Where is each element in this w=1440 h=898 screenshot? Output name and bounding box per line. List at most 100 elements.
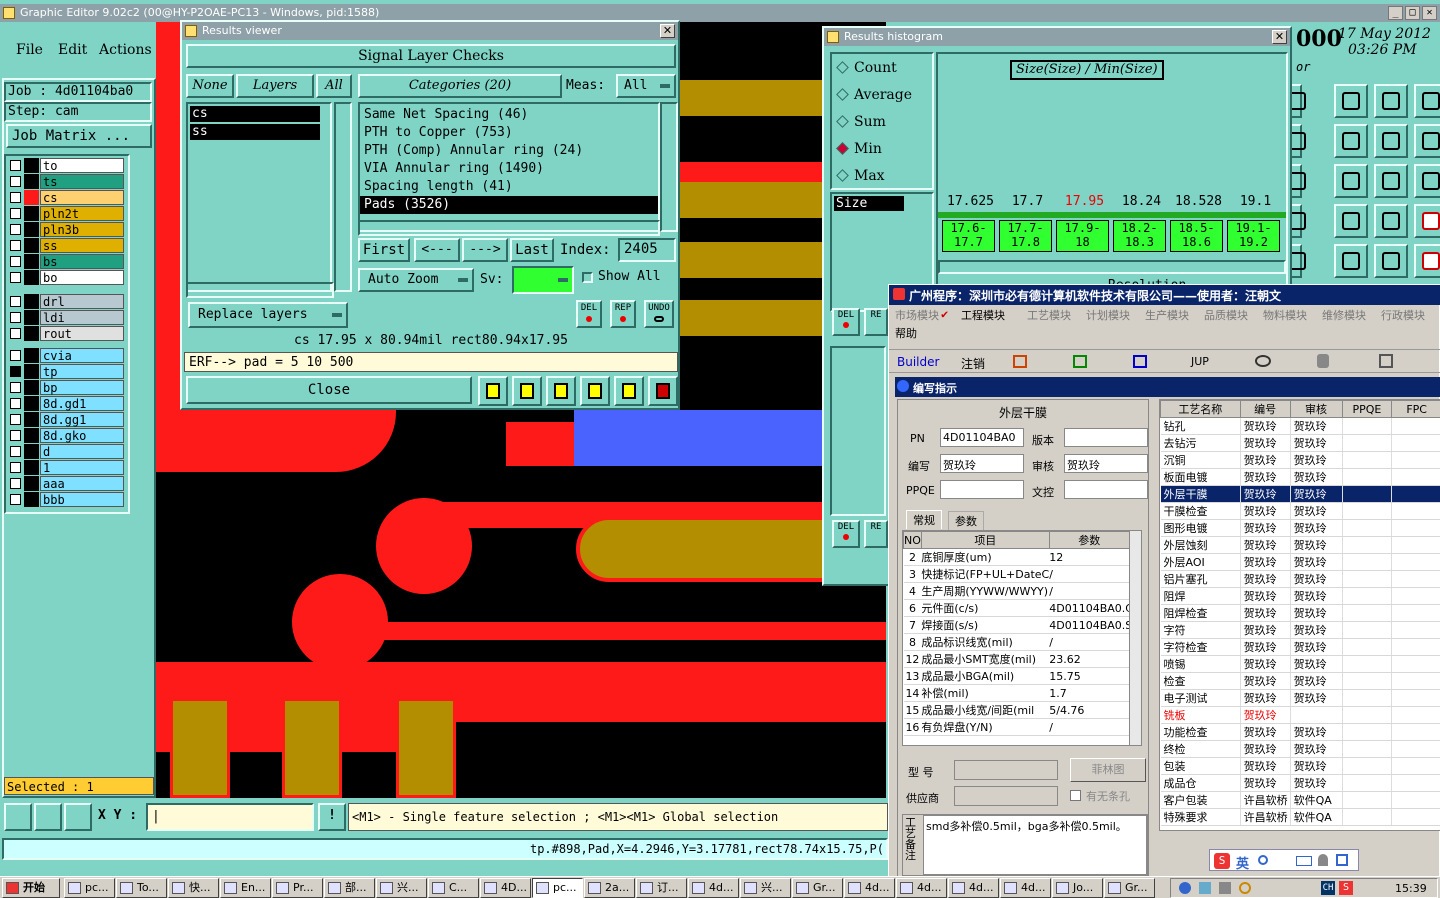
select-tool-icon[interactable]	[4, 803, 32, 831]
erp-menu-item[interactable]: 物料模块	[1263, 307, 1307, 323]
close-icon[interactable]: ✕	[660, 24, 675, 38]
menu-file[interactable]: File	[16, 42, 43, 58]
save-icon[interactable]	[1334, 84, 1368, 118]
layer-checkbox[interactable]	[10, 478, 21, 489]
table-row[interactable]: 检查 贺玖玲 贺玖玲	[1160, 672, 1440, 690]
user-icon[interactable]	[1318, 854, 1328, 866]
table-row[interactable]: 图形电镀 贺玖玲 贺玖玲	[1160, 519, 1440, 537]
layer-row[interactable]: tp	[8, 364, 124, 379]
layer-checkbox[interactable]	[10, 382, 21, 393]
split-icon[interactable]	[1374, 124, 1408, 158]
maximize-icon[interactable]: □	[1405, 6, 1420, 20]
no-holes-checkbox[interactable]	[1070, 790, 1081, 801]
taskbar-item[interactable]: 4d...	[896, 878, 947, 898]
layer-results-list[interactable]: cs ss	[186, 102, 332, 292]
table-row[interactable]: 功能检查 贺玖玲 贺玖玲	[1160, 723, 1440, 741]
table-row[interactable]: 成品仓 贺玖玲 贺玖玲	[1160, 774, 1440, 792]
keyboard-icon[interactable]	[1296, 856, 1312, 866]
layer-row[interactable]: 8d.gd1	[8, 396, 124, 411]
taskbar-item[interactable]: 部...	[324, 878, 375, 898]
layer-row[interactable]: cs	[8, 190, 124, 205]
category-item[interactable]: PTH to Copper (753)	[360, 124, 658, 142]
table-row[interactable]: 字符检查 贺玖玲 贺玖玲	[1160, 638, 1440, 656]
export-icon[interactable]	[1334, 124, 1368, 158]
category-item[interactable]: VIA Annular ring (1490)	[360, 160, 658, 178]
histogram-bin[interactable]: 18.5- 18.6	[1170, 220, 1223, 252]
taskbar-item[interactable]: To...	[116, 878, 167, 898]
taskbar-item[interactable]: Pr...	[272, 878, 323, 898]
table-row[interactable]: 12 成品最小SMT宽度(mil) 23.62	[903, 650, 1130, 668]
table-row[interactable]: 15 成品最小线宽/间距(mil 5/4.76	[903, 701, 1130, 719]
table-row[interactable]: 7焊接面(s/s)4D01104BA0.SS	[903, 616, 1130, 634]
layer-row[interactable]: bp	[8, 380, 124, 395]
network-icon[interactable]	[1179, 882, 1191, 894]
category-item[interactable]: Pads (3526)	[360, 196, 658, 214]
count-icon[interactable]	[580, 376, 610, 406]
dot-icon[interactable]	[1414, 244, 1440, 278]
table-row[interactable]: 干膜检查 贺玖玲 贺玖玲	[1160, 502, 1440, 520]
table-row[interactable]: 沉铜 贺玖玲 贺玖玲	[1160, 451, 1440, 469]
index-input[interactable]: 2405	[618, 238, 676, 262]
undo-button[interactable]: UNDO	[644, 300, 674, 328]
histogram-bin[interactable]: 17.9- 18	[1056, 220, 1109, 252]
column-header[interactable]: 编号	[1239, 400, 1291, 418]
layer-checkbox[interactable]	[10, 414, 21, 425]
network-icon[interactable]	[1379, 354, 1393, 368]
column-header[interactable]: FPC	[1391, 400, 1440, 418]
none-button[interactable]: None	[186, 74, 234, 98]
grid-tool-icon[interactable]	[64, 803, 92, 831]
excel-icon[interactable]	[1073, 355, 1087, 368]
export-icon[interactable]	[512, 376, 542, 406]
table-row[interactable]: 阻焊检查 贺玖玲 贺玖玲	[1160, 604, 1440, 622]
measure-tool-icon[interactable]	[34, 803, 62, 831]
alert-icon[interactable]: !	[318, 803, 346, 831]
table-row[interactable]: 电子测试 贺玖玲 贺玖玲	[1160, 689, 1440, 707]
taskbar-item[interactable]: Gr...	[1104, 878, 1155, 898]
categories-button[interactable]: Categories (20)	[358, 74, 562, 98]
table-row[interactable]: 铝片塞孔 贺玖玲 贺玖玲	[1160, 570, 1440, 588]
window-icon[interactable]	[1414, 84, 1440, 118]
layer-checkbox[interactable]	[10, 398, 21, 409]
table-row[interactable]: 外层干膜 贺玖玲 贺玖玲	[1160, 485, 1440, 503]
table-row[interactable]: 16 有负焊盘(Y/N) /	[903, 718, 1130, 736]
minimize-icon[interactable]: _	[1388, 6, 1403, 20]
layer-checkbox[interactable]	[10, 446, 21, 457]
table-row[interactable]: 阻焊 贺玖玲 贺玖玲	[1160, 587, 1440, 605]
erp-menu-item[interactable]: 维修模块	[1322, 307, 1366, 323]
menu-actions[interactable]: Actions	[99, 42, 152, 58]
volume-icon[interactable]	[1219, 882, 1231, 894]
layer-row[interactable]: cvia	[8, 348, 124, 363]
report-icon[interactable]	[614, 376, 644, 406]
home-icon[interactable]	[1374, 84, 1408, 118]
report-icon[interactable]	[1013, 355, 1027, 368]
move-icon[interactable]	[1334, 164, 1368, 198]
table-row[interactable]: 铣板 贺玖玲	[1160, 706, 1440, 724]
layer-checkbox[interactable]	[10, 350, 21, 361]
probe-icon[interactable]	[1334, 204, 1368, 238]
menu-edit[interactable]: Edit	[58, 42, 87, 58]
layer-row[interactable]: pln3b	[8, 222, 124, 237]
eye-icon[interactable]	[1255, 355, 1271, 367]
layer-row[interactable]: to	[8, 158, 124, 173]
taskbar-item[interactable]: 4d...	[844, 878, 895, 898]
net-icon[interactable]	[1374, 204, 1408, 238]
histogram-bin[interactable]: 17.7- 17.8	[999, 220, 1052, 252]
layer-checkbox[interactable]	[10, 256, 21, 267]
route-icon[interactable]	[1414, 124, 1440, 158]
prev-button[interactable]: <---	[414, 238, 460, 262]
film-button[interactable]: 菲林图	[1070, 758, 1146, 782]
table-row[interactable]: 特殊要求 许昌软桥 软件QA	[1160, 808, 1440, 826]
remove-icon[interactable]	[546, 376, 576, 406]
layer-checkbox[interactable]	[10, 192, 21, 203]
aggregate-option[interactable]: Count	[836, 58, 897, 78]
layer-row[interactable]: ldi	[8, 310, 124, 325]
table-row[interactable]: 字符 贺玖玲 贺玖玲	[1160, 621, 1440, 639]
aggregate-option[interactable]: Max	[836, 166, 885, 186]
taskbar-item[interactable]: pc...	[532, 878, 583, 898]
taskbar-item[interactable]: 4d...	[688, 878, 739, 898]
layer-row[interactable]: ss	[8, 238, 124, 253]
erp-menu-item[interactable]: 工程模块	[961, 307, 1005, 323]
layer-row[interactable]: aaa	[8, 476, 124, 491]
layer-row[interactable]: bo	[8, 270, 124, 285]
hist-rep-button-2[interactable]: RE	[864, 520, 888, 548]
